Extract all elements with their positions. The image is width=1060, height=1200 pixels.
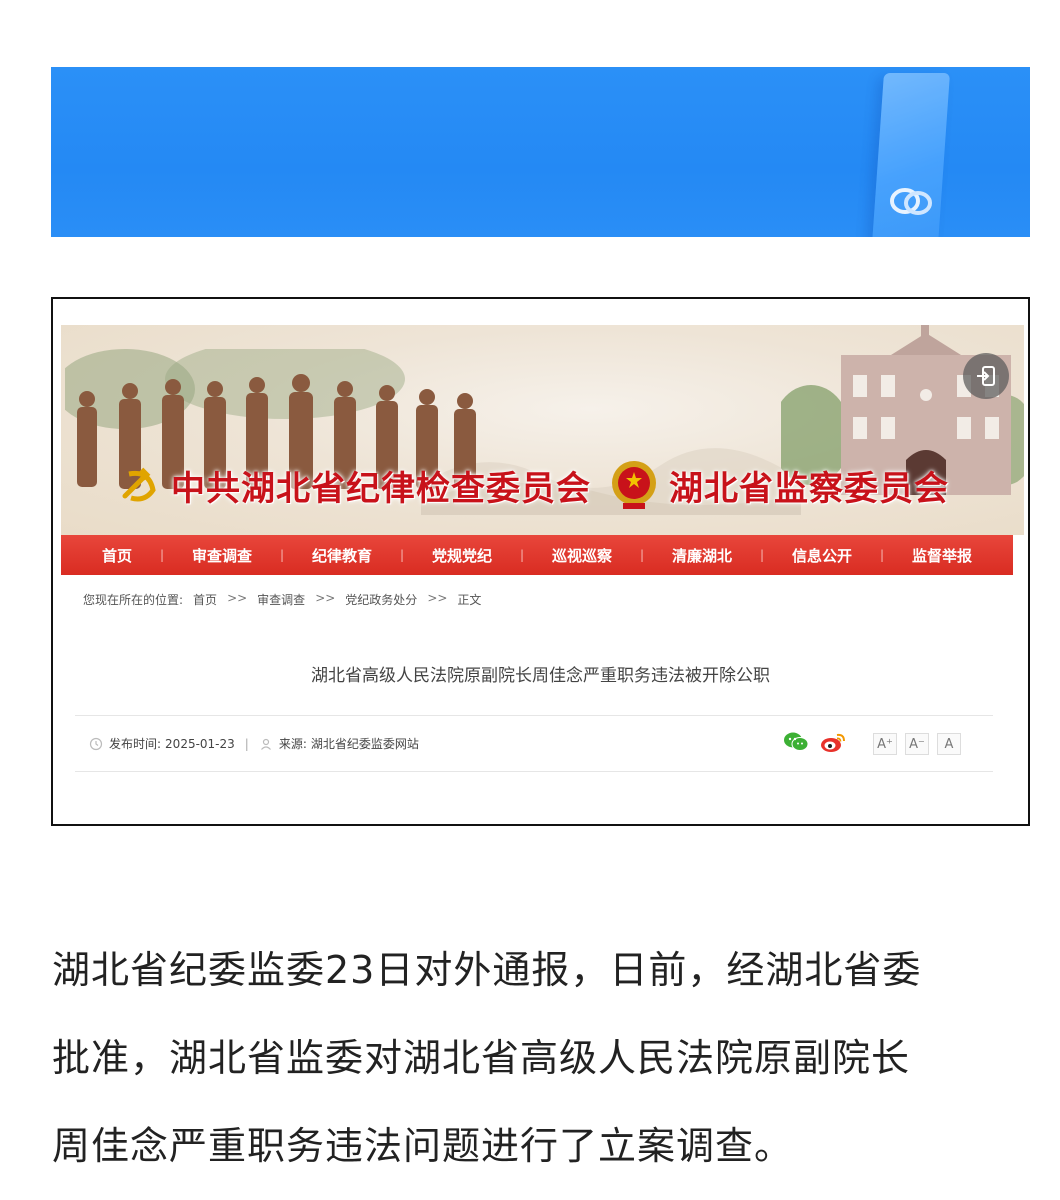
breadcrumb-separator: >> (227, 591, 248, 605)
login-button[interactable] (963, 353, 1009, 399)
party-emblem-icon (122, 467, 156, 502)
nav-item-education[interactable]: 纪律教育 (290, 545, 394, 566)
breadcrumb-prefix: 您现在所在的位置: (83, 593, 184, 607)
nav-separator: | (639, 548, 645, 562)
clock-icon (89, 737, 103, 750)
source-label: 来源: (278, 737, 307, 751)
breadcrumb-item-home[interactable]: 首页 (193, 591, 217, 608)
site-title-left: 中共湖北省纪律检查委员会 (171, 468, 591, 509)
breadcrumb-item-sanctions[interactable]: 党纪政务处分 (345, 591, 417, 608)
share-group (783, 731, 847, 753)
source-value: 湖北省纪委监委网站 (310, 737, 419, 751)
nav-item-disclosure[interactable]: 信息公开 (770, 545, 874, 566)
user-icon (260, 738, 271, 750)
body-line-2: 批准，湖北省监委对湖北省高级人民法院原副院长 (52, 1036, 911, 1080)
article-title: 湖北省高级人民法院原副院长周佳念严重职务违法被开除公职 (311, 666, 770, 686)
nav-item-inspection[interactable]: 巡视巡察 (530, 545, 634, 566)
national-emblem-icon (612, 461, 656, 509)
body-line-1: 湖北省纪委监委23日对外通报，日前，经湖北省委 (52, 948, 922, 992)
breadcrumb-separator: >> (427, 591, 448, 605)
publish-label: 发布时间: (109, 737, 162, 751)
font-size-controls: A⁺ A⁻ A (873, 733, 961, 755)
meta-divider: | (244, 736, 249, 751)
nav-item-clean-hubei[interactable]: 清廉湖北 (650, 545, 754, 566)
breadcrumb-separator: >> (315, 591, 336, 605)
article-body: 湖北省纪委监委23日对外通报，日前，经湖北省委 批准，湖北省监委对湖北省高级人民… (52, 926, 1032, 1190)
publish-date: 2025-01-23 (165, 736, 235, 751)
main-nav: 首页 | 审查调查 | 纪律教育 | 党规党纪 | 巡视巡察 | 清廉湖北 | … (61, 535, 1013, 575)
breadcrumb-item-investigation[interactable]: 审查调查 (257, 591, 305, 608)
nav-separator: | (879, 548, 885, 562)
weibo-icon[interactable] (819, 731, 847, 753)
nav-item-home[interactable]: 首页 (80, 545, 154, 566)
site-title-row: 中共湖北省纪律检查委员会 湖北省监察委员会 (115, 455, 1015, 515)
nav-item-regulations[interactable]: 党规党纪 (410, 545, 514, 566)
font-decrease-button[interactable]: A⁻ (905, 733, 929, 755)
nav-item-investigation[interactable]: 审查调查 (170, 545, 274, 566)
divider (75, 715, 993, 716)
divider (75, 771, 993, 772)
website-screenshot: 中共湖北省纪律检查委员会 湖北省监察委员会 首页 | 审查调查 | 纪律教育 |… (51, 297, 1030, 826)
login-icon (977, 366, 995, 386)
wechat-icon[interactable] (783, 731, 809, 753)
nav-separator: | (759, 548, 765, 562)
breadcrumb: 您现在所在的位置: 首页 >> 审查调查 >> 党纪政务处分 >> 正文 (83, 591, 481, 608)
font-increase-button[interactable]: A⁺ (873, 733, 897, 755)
body-line-3: 周佳念严重职务违法问题进行了立案调查。 (52, 1124, 794, 1168)
site-title-right: 湖北省监察委员会 (669, 468, 949, 509)
article-meta: 发布时间: 2025-01-23 | 来源: 湖北省纪委监委网站 (89, 735, 419, 752)
top-banner[interactable] (51, 67, 1030, 237)
nav-separator: | (519, 548, 525, 562)
cloud-logo-icon (890, 188, 932, 215)
nav-separator: | (159, 548, 165, 562)
site-header: 中共湖北省纪律检查委员会 湖北省监察委员会 (61, 325, 1024, 535)
nav-separator: | (279, 548, 285, 562)
nav-item-report[interactable]: 监督举报 (890, 545, 994, 566)
breadcrumb-item-current: 正文 (457, 593, 482, 607)
nav-separator: | (399, 548, 405, 562)
font-reset-button[interactable]: A (937, 733, 961, 755)
